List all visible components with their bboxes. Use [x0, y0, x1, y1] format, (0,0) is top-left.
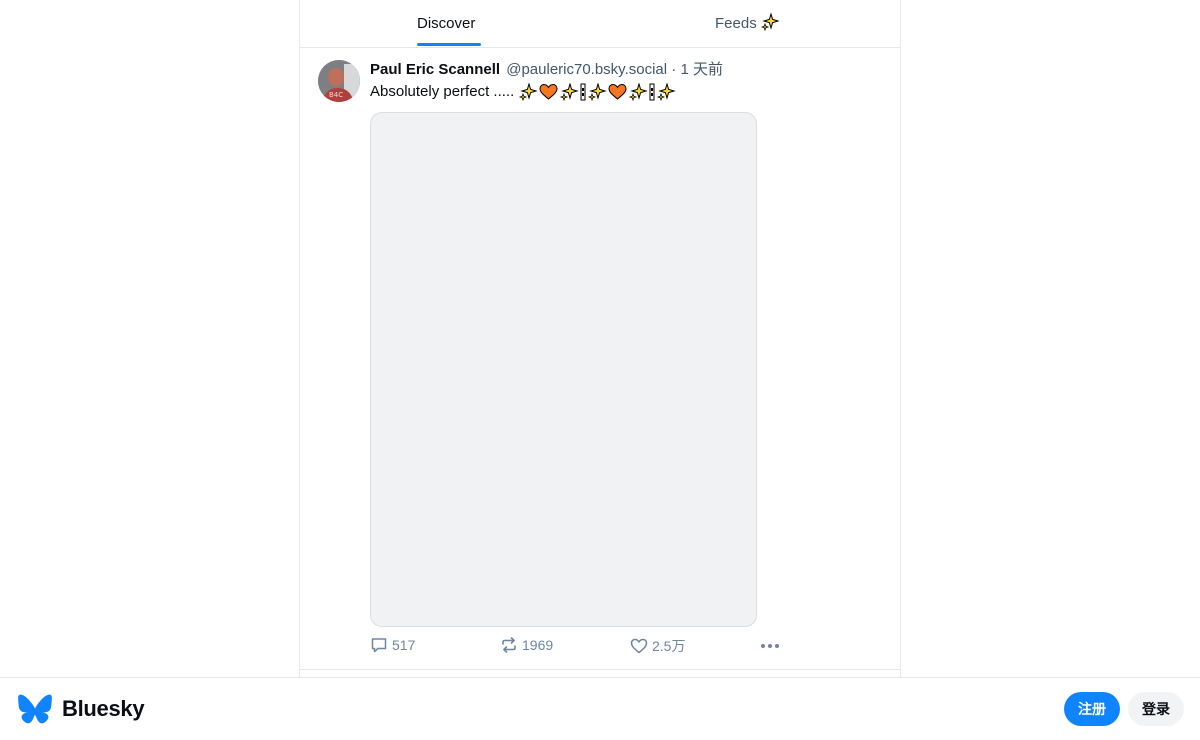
- sparkles-icon: [559, 83, 580, 101]
- author-avatar[interactable]: B4C: [318, 60, 360, 102]
- sparkles-icon: [628, 83, 649, 101]
- reply-button[interactable]: 517: [370, 636, 415, 654]
- brand-name: Bluesky: [62, 696, 145, 721]
- post-header: Paul Eric Scannell @pauleric70.bsky.soci…: [370, 61, 723, 79]
- feed-column: Discover Feeds B4C Paul Eric Scannell @p…: [299, 0, 901, 677]
- reply-icon: [371, 638, 387, 653]
- signup-button[interactable]: 注册: [1064, 692, 1120, 726]
- reply-count: 517: [392, 637, 416, 653]
- bottom-bar: Bluesky 注册 登录: [0, 677, 1200, 740]
- sparkles-icon: [656, 83, 677, 101]
- sparkles-icon: [587, 83, 608, 101]
- like-count: 2.5万: [652, 638, 686, 654]
- repost-icon: [502, 637, 516, 653]
- repost-count: 1969: [522, 637, 554, 653]
- orange-heart-icon: [608, 83, 627, 101]
- active-tab-indicator: [417, 43, 481, 46]
- more-options-button[interactable]: [760, 638, 784, 654]
- post-text-body: Absolutely perfect .....: [370, 83, 515, 100]
- feed-tabs: Discover Feeds: [300, 0, 900, 48]
- repost-button[interactable]: 1969: [500, 636, 553, 654]
- sparkles-icon: [518, 83, 539, 101]
- svg-text:B4C: B4C: [329, 91, 343, 99]
- heart-icon: [630, 638, 648, 654]
- more-horizontal-icon: [761, 644, 779, 648]
- like-button[interactable]: 2.5万: [630, 636, 685, 656]
- divider-glyph-icon: [580, 83, 586, 101]
- header-separator: ·: [671, 61, 677, 78]
- divider-glyph-icon: [649, 83, 655, 101]
- emoji-row: [518, 83, 677, 101]
- post-text: Absolutely perfect .....: [370, 83, 677, 101]
- author-handle[interactable]: @pauleric70.bsky.social: [506, 61, 667, 78]
- brand-logo[interactable]: Bluesky: [18, 694, 145, 724]
- sparkles-icon: [760, 11, 780, 35]
- post-timestamp[interactable]: 1 天前: [680, 61, 723, 78]
- post-actions: 517 1969 2.5万: [370, 636, 790, 656]
- post-media-image[interactable]: [370, 112, 757, 627]
- butterfly-logo-icon: [18, 694, 52, 724]
- tab-feeds[interactable]: Feeds: [715, 0, 780, 47]
- orange-heart-icon: [539, 83, 558, 101]
- tab-feeds-label: Feeds: [715, 15, 757, 32]
- tab-discover-label: Discover: [417, 15, 476, 32]
- login-button[interactable]: 登录: [1128, 692, 1184, 726]
- author-name[interactable]: Paul Eric Scannell: [370, 61, 500, 78]
- feed-post[interactable]: B4C Paul Eric Scannell @pauleric70.bsky.…: [300, 48, 900, 670]
- tab-discover[interactable]: Discover: [417, 0, 475, 47]
